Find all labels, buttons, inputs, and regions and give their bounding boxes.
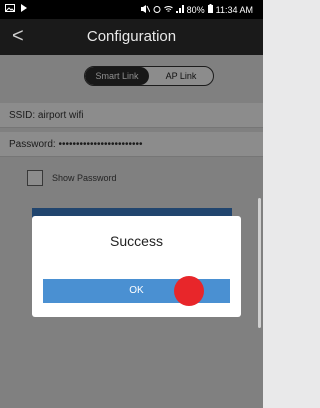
status-right: 80% 11:34 AM xyxy=(140,4,253,15)
status-bar: 80% 11:34 AM xyxy=(0,0,263,19)
status-time: 11:34 AM xyxy=(215,4,253,15)
scrollbar[interactable] xyxy=(258,198,261,328)
touch-indicator xyxy=(174,276,204,306)
header-bar: < Configuration xyxy=(0,19,263,55)
wifi-icon xyxy=(163,5,173,15)
alarm-icon xyxy=(153,5,161,15)
battery-icon xyxy=(207,4,213,15)
image-icon xyxy=(5,4,15,14)
status-left xyxy=(5,4,28,14)
battery-percent: 80% xyxy=(186,4,205,15)
signal-icon xyxy=(175,4,184,15)
play-icon xyxy=(20,4,28,14)
mute-icon xyxy=(140,4,151,15)
page-title: Configuration xyxy=(86,28,177,45)
success-dialog: Success OK xyxy=(32,216,241,317)
dialog-title: Success xyxy=(110,233,163,249)
